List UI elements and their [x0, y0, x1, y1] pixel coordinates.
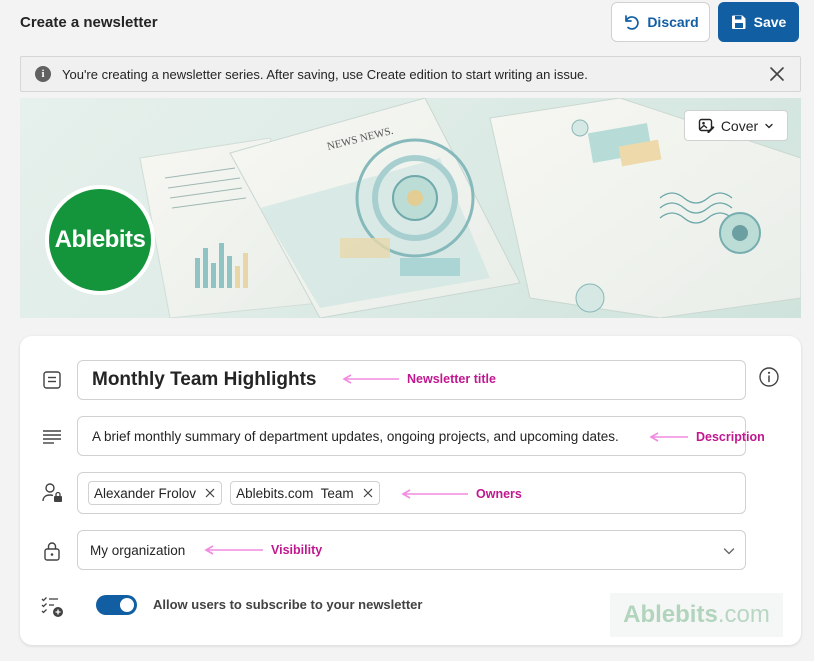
description-input[interactable]: A brief monthly summary of department up… — [77, 416, 746, 456]
visibility-select[interactable]: My organization — [77, 530, 746, 570]
info-banner: i You're creating a newsletter series. A… — [20, 56, 801, 92]
annotation-owners: Owners — [400, 487, 522, 501]
annotation-description-label: Description — [696, 430, 765, 444]
page-title: Create a newsletter — [20, 14, 158, 31]
save-icon — [731, 15, 746, 29]
undo-icon — [625, 15, 640, 30]
save-button[interactable]: Save — [718, 2, 799, 42]
owner-chip[interactable]: Alexander Frolov — [88, 481, 223, 505]
watermark-domain: .com — [717, 601, 770, 628]
cover-button[interactable]: Cover — [684, 110, 788, 141]
subscribe-label: Allow users to subscribe to your newslet… — [153, 597, 423, 612]
info-icon[interactable] — [758, 366, 780, 388]
watermark-brand: Ablebits — [623, 601, 718, 628]
arrow-left-icon — [204, 545, 263, 555]
arrow-left-icon — [649, 432, 688, 442]
annotation-owners-label: Owners — [476, 487, 522, 501]
description-value: A brief monthly summary of department up… — [92, 428, 619, 444]
document-icon — [43, 371, 61, 389]
text-align-icon — [43, 430, 61, 444]
remove-icon[interactable] — [205, 488, 215, 498]
discard-label: Discard — [647, 14, 699, 30]
remove-icon[interactable] — [363, 488, 373, 498]
image-edit-icon — [698, 118, 715, 133]
newsletter-title-value: Monthly Team Highlights — [92, 369, 317, 390]
info-icon: i — [35, 66, 51, 82]
annotation-visibility-label: Visibility — [271, 543, 323, 557]
task-list-add-icon — [41, 597, 63, 617]
chevron-down-icon — [765, 123, 773, 128]
group-logo: Ablebits — [45, 185, 155, 295]
save-label: Save — [753, 14, 787, 30]
group-logo-text: Ablebits — [54, 226, 146, 253]
brand-watermark: Ablebits .com — [610, 593, 783, 637]
toggle-knob — [120, 598, 134, 612]
arrow-left-icon — [401, 489, 468, 499]
arrow-left-icon — [342, 374, 399, 384]
annotation-description: Description — [648, 430, 765, 444]
person-lock-icon — [42, 483, 62, 502]
owner-name: Ablebits.com Team — [236, 485, 354, 501]
close-icon[interactable] — [768, 65, 786, 83]
header: Create a newsletter Discard Save — [0, 0, 814, 50]
chevron-down-icon — [723, 548, 735, 555]
annotation-title-label: Newsletter title — [407, 372, 496, 386]
lock-icon — [44, 542, 60, 561]
annotation-title: Newsletter title — [341, 372, 496, 386]
annotation-visibility: Visibility — [203, 543, 322, 557]
owner-name: Alexander Frolov — [94, 485, 197, 501]
cover-button-label: Cover — [720, 117, 759, 134]
discard-button[interactable]: Discard — [611, 2, 710, 42]
owner-chip[interactable]: Ablebits.com Team — [230, 481, 380, 505]
cover-image: NEWS NEWS. Cover Ablebits — [20, 98, 801, 318]
newsletter-form: Monthly Team Highlights Newsletter title… — [20, 336, 801, 645]
visibility-value: My organization — [90, 542, 186, 558]
banner-text: You're creating a newsletter series. Aft… — [62, 66, 588, 82]
subscribe-toggle[interactable] — [96, 595, 137, 615]
